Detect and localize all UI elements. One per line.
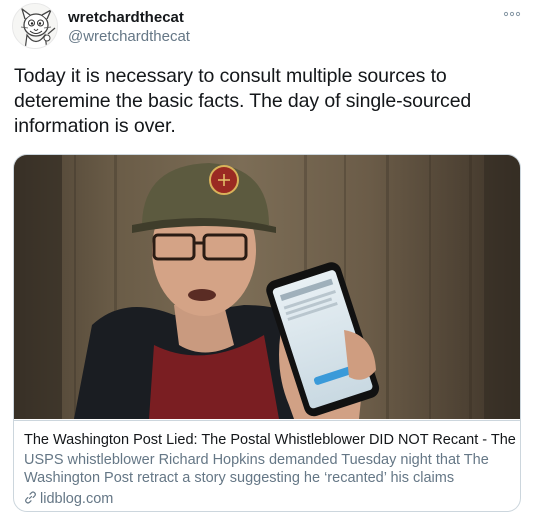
tweet: wretchardthecat @wretchardthecat Today i… [0, 0, 533, 523]
link-card[interactable]: The Washington Post Lied: The Postal Whi… [13, 154, 521, 512]
avatar[interactable] [12, 3, 58, 49]
link-icon [24, 491, 37, 504]
card-photo [14, 155, 520, 419]
more-options-icon[interactable] [500, 6, 524, 22]
card-text-area[interactable]: The Washington Post Lied: The Postal Whi… [14, 420, 520, 507]
tweet-text: Today it is necessary to consult multipl… [14, 65, 472, 137]
card-domain-text[interactable]: lidblog.com [40, 491, 113, 507]
card-title[interactable]: The Washington Post Lied: The Postal Whi… [24, 431, 520, 450]
card-image[interactable] [14, 155, 520, 419]
display-name[interactable]: wretchardthecat [68, 9, 184, 27]
user-handle[interactable]: @wretchardthecat [68, 28, 190, 46]
card-domain[interactable]: lidblog.com [24, 490, 113, 508]
cartoon-cat-avatar-icon [13, 4, 57, 48]
card-description: USPS whistleblower Richard Hopkins deman… [24, 452, 489, 486]
